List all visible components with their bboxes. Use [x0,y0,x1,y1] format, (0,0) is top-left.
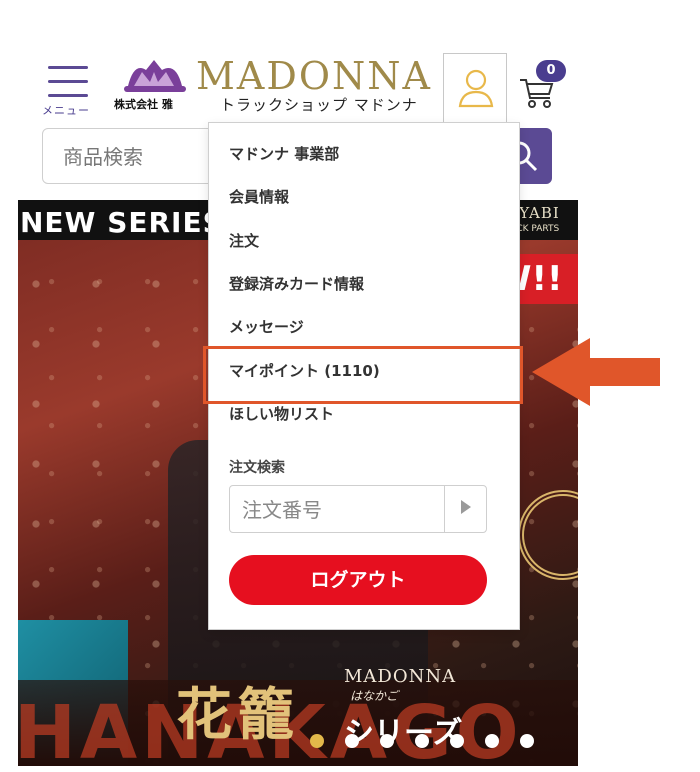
carousel-dot[interactable] [415,734,429,748]
user-icon [458,69,494,108]
user-account-button[interactable] [443,53,507,123]
order-number-input[interactable] [242,494,438,526]
menu-label: メニュー [42,104,90,117]
carousel-dot[interactable] [345,734,359,748]
menu-button[interactable]: メニュー [42,64,98,117]
banner-madonna: MADONNA [344,666,457,687]
order-search-label: 注文検索 [229,460,285,476]
carousel-dot[interactable] [450,734,464,748]
carousel-dot[interactable] [485,734,499,748]
cart-count-badge: 0 [536,60,566,82]
menu-item-saved-cards[interactable]: 登録済みカード情報 [229,273,364,294]
hamburger-icon [48,66,88,69]
cart-button[interactable]: 0 [518,60,570,112]
banner-kana: はなかご [350,689,399,703]
logout-button[interactable]: ログアウト [229,555,487,605]
arrow-left-icon [532,338,660,406]
banner-title-jp: 花籠 [176,682,300,748]
menu-item-wishlist[interactable]: ほしい物リスト [229,403,334,424]
banner-series-jp: シリーズ [344,716,463,751]
brand-name: MADONNA [196,54,432,98]
banner-gold-ring [518,490,578,580]
menu-item-madonna-division[interactable]: マドンナ 事業部 [229,143,339,164]
order-search-submit-button[interactable] [444,486,488,532]
order-search-field [229,485,487,533]
banner-series-text: NEW SERIES [20,206,224,239]
carousel-dot[interactable] [310,734,324,748]
logo-emblem-icon [124,60,186,92]
menu-item-orders[interactable]: 注文 [229,230,259,251]
carousel-dot[interactable] [520,734,534,748]
menu-item-member-info[interactable]: 会員情報 [229,186,289,207]
site-logo[interactable]: MADONNA 株式会社 雅 トラックショップ マドンナ [112,54,437,120]
menu-item-messages[interactable]: メッセージ [229,316,304,337]
company-name: 株式会社 雅 [114,98,173,111]
play-triangle-icon [461,500,471,514]
shop-subtitle: トラックショップ マドンナ [220,96,418,114]
annotation-highlight-box [203,346,523,404]
carousel-dot[interactable] [380,734,394,748]
